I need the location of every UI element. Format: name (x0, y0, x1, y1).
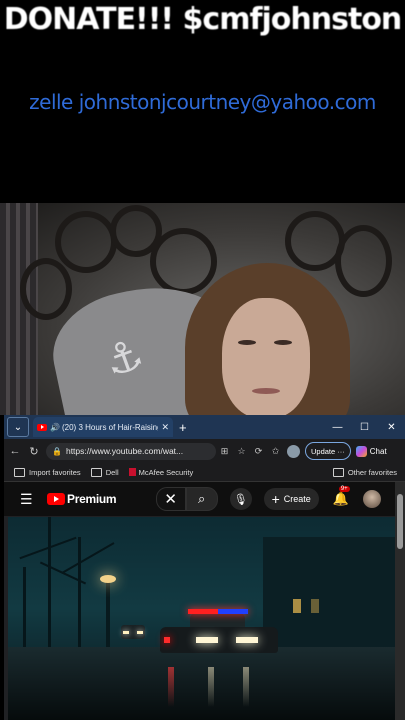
favorite-star-icon[interactable]: ☆ (233, 446, 250, 457)
headlight (123, 631, 129, 634)
headboard-scroll (20, 258, 72, 320)
youtube-favicon-icon (37, 423, 47, 431)
import-icon (14, 467, 25, 477)
page-scrollbar[interactable] (395, 482, 405, 720)
other-favorites[interactable]: Other favorites (332, 467, 397, 477)
mcafee-icon (128, 468, 136, 476)
new-tab-button[interactable]: + (179, 420, 187, 435)
tree-branch (61, 542, 115, 574)
split-screen-icon[interactable]: ⊞ (216, 446, 233, 457)
lit-window (311, 599, 319, 613)
eye (274, 340, 292, 345)
browser-toolbar: ← ↻ 🔒 https://www.youtube.com/wat... ⊞ ☆… (4, 439, 405, 463)
address-bar[interactable]: 🔒 https://www.youtube.com/wat... (46, 442, 216, 460)
headboard-scroll (55, 211, 117, 273)
favorite-import[interactable]: Import favorites (14, 467, 81, 477)
police-car (160, 609, 278, 659)
zelle-banner: zelle johnstonjcourtney@yahoo.com (29, 90, 376, 114)
car-body (160, 627, 278, 653)
folder-icon (90, 467, 102, 477)
notification-badge: 9+ (338, 486, 350, 492)
stream-overlay: DONATE!!! $cmfjohnston zelle johnstonjco… (0, 0, 405, 200)
scroll-thumb[interactable] (397, 494, 403, 549)
profile-avatar[interactable] (287, 444, 300, 458)
tree (48, 517, 51, 657)
tab-youtube[interactable]: 🔊 (20) 3 Hours of Hair-Raising T ✕ (33, 417, 173, 437)
favorites-bar: Import favorites Dell McAfee Security Ot… (4, 463, 405, 482)
police-light-bar (188, 609, 248, 614)
extensions-icon[interactable]: ⟳ (250, 446, 267, 457)
tab-actions-chevron-icon[interactable]: ⌄ (7, 417, 29, 437)
search-box: ✕ ⌕ (155, 487, 218, 511)
maximize-button[interactable]: ☐ (351, 422, 378, 433)
light-reflection (168, 667, 174, 707)
youtube-premium-label[interactable]: Premium (67, 492, 117, 506)
lamp-glow (100, 575, 116, 583)
tree (78, 537, 81, 647)
back-arrow-icon[interactable]: ← (7, 445, 23, 457)
headboard-scroll (150, 228, 217, 295)
browser-window: ⌄ 🔊 (20) 3 Hours of Hair-Raising T ✕ + —… (4, 415, 405, 720)
notifications-bell-icon[interactable]: 🔔 9+ (333, 486, 350, 507)
house (263, 537, 395, 657)
video-thumbnail[interactable] (8, 517, 395, 720)
search-icon[interactable]: ⌕ (185, 487, 218, 511)
youtube-logo-icon[interactable] (47, 493, 65, 505)
eye (238, 340, 256, 345)
favorite-mcafee[interactable]: McAfee Security (128, 468, 193, 477)
headlight (196, 637, 218, 643)
tab-close-icon[interactable]: ✕ (161, 422, 169, 433)
light-reflection (208, 667, 214, 707)
light-reflection (243, 667, 249, 707)
microphone-icon[interactable]: 🎙 (229, 488, 252, 510)
distant-car (121, 625, 145, 639)
headlight (236, 637, 258, 643)
address-url: https://www.youtube.com/wat... (65, 446, 184, 456)
create-button[interactable]: + Create (263, 488, 319, 510)
refresh-icon[interactable]: ↻ (26, 445, 42, 458)
folder-icon (332, 467, 344, 477)
favorites-icon[interactable]: ✩ (267, 446, 284, 457)
user-avatar[interactable] (363, 490, 381, 508)
tree (23, 567, 26, 657)
donate-banner: DONATE!!! $cmfjohnston (3, 2, 403, 37)
window-controls: — ☐ ✕ (324, 422, 405, 433)
menu-icon[interactable]: ☰ (20, 491, 38, 508)
copilot-chat-button[interactable]: Chat (355, 445, 387, 457)
lock-icon[interactable]: 🔒 (52, 447, 62, 456)
update-button[interactable]: Update ··· (305, 442, 351, 460)
copilot-icon (355, 445, 367, 457)
favorite-dell[interactable]: Dell (90, 467, 119, 477)
close-window-button[interactable]: ✕ (378, 422, 405, 433)
headlight (137, 631, 143, 634)
taillight (164, 637, 170, 643)
tab-title: (20) 3 Hours of Hair-Raising T (61, 422, 159, 432)
lit-window (293, 599, 301, 613)
minimize-button[interactable]: — (324, 422, 351, 433)
headboard-scroll (335, 225, 392, 297)
tab-strip: ⌄ 🔊 (20) 3 Hours of Hair-Raising T ✕ + —… (4, 415, 405, 439)
youtube-header: ☰ Premium ✕ ⌕ 🎙 + Create 🔔 9+ (4, 482, 395, 516)
person-face (222, 298, 310, 415)
clear-search-icon[interactable]: ✕ (155, 487, 186, 511)
plus-icon: + (271, 491, 280, 507)
webcam-feed: ⚓ (0, 203, 405, 415)
mouth (252, 388, 280, 394)
speaker-icon[interactable]: 🔊 (50, 423, 60, 432)
